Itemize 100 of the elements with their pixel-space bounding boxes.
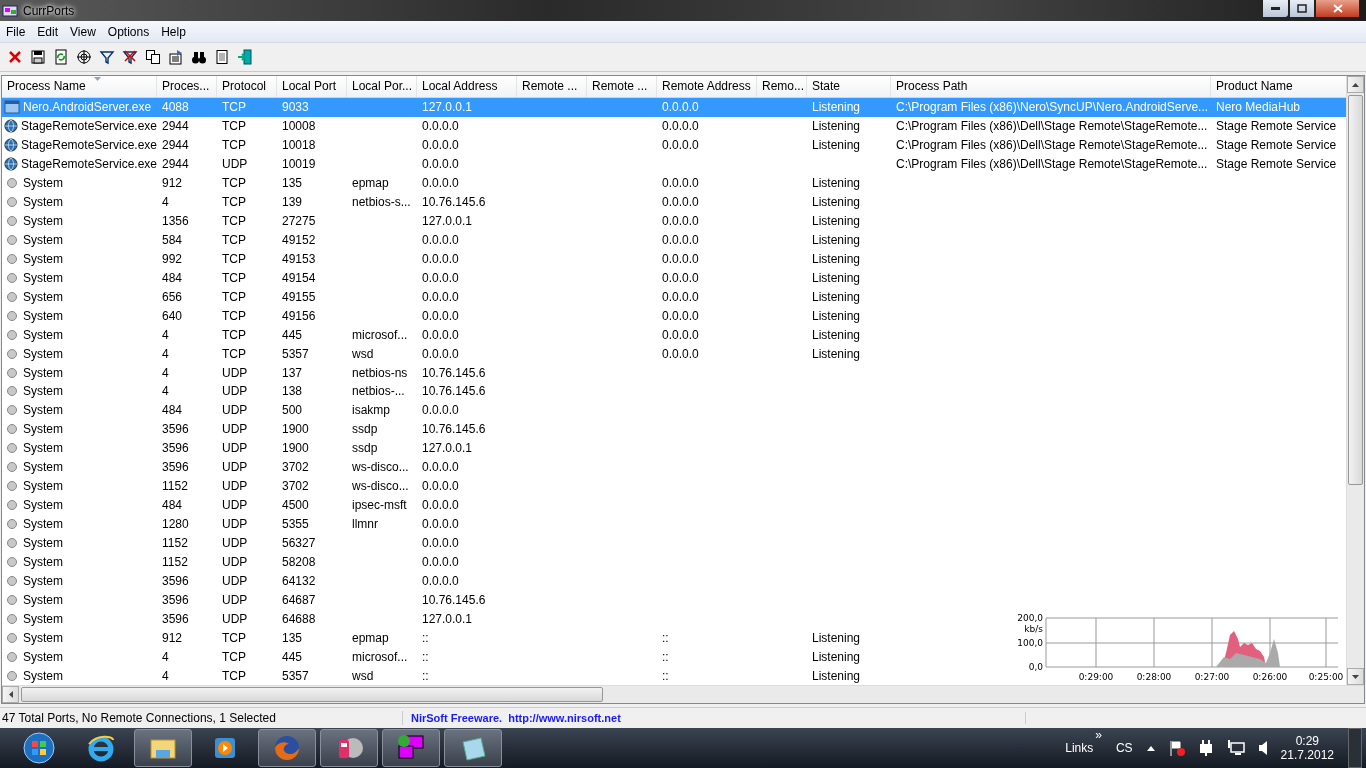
website-link[interactable]: NirSoft Freeware. http://www.nirsoft.net [403,712,1026,724]
table-row[interactable]: System 992 TCP 49153 0.0.0.0 0.0.0.0 Listening [2,249,1346,269]
table-cell: 4 [162,668,169,683]
table-cell: Listening [812,214,861,229]
table-cell: 0.0.0.0 [422,498,459,513]
table-cell: System [23,384,63,399]
table-row[interactable]: System 4 TCP 5357 wsd 0.0.0.0 0.0.0.0 Listening [2,344,1346,364]
menu-item[interactable]: Help [155,24,192,39]
table-cell: 0.0.0.0 [422,535,459,550]
app-icon [2,2,18,19]
table-cell: 3596 [162,611,189,626]
column-header[interactable]: Remote ... [587,76,657,97]
toolbar-label[interactable]: Links [1065,741,1094,755]
table-row[interactable]: System 1152 UDP 58208 0.0.0.0 [2,552,1346,572]
table-cell: Stage Remote Service [1216,157,1337,172]
table-row[interactable]: System 3596 UDP 3702 ws-disco... 0.0.0.0 [2,457,1346,477]
flag-icon[interactable] [1168,740,1185,756]
column-header[interactable]: State [807,76,891,97]
table-cell: wsd [352,346,374,361]
taskbar-button[interactable] [382,729,440,767]
table-cell: 0.0.0.0 [662,214,699,229]
minimize-button[interactable] [1262,0,1289,18]
column-header[interactable]: Protocol [217,76,277,97]
menu-item[interactable]: Options [101,24,156,39]
table-cell: 0.0.0.0 [422,517,459,532]
table-row[interactable]: System 4 TCP 445 microsof... 0.0.0.0 0.0.0.0 Listening [2,325,1346,345]
table-row[interactable]: System 912 TCP 135 epmap 0.0.0.0 0.0.0.0 Listening [2,173,1346,193]
refresh-icon [52,49,69,65]
table-row[interactable]: System 3596 UDP 64687 10.76.145.6 [2,590,1346,610]
horizontal-scrollbar[interactable] [2,685,1364,703]
table-cell: 484 [162,270,183,285]
table-cell: 137 [282,365,303,380]
table-row[interactable]: System 3596 UDP 64132 0.0.0.0 [2,571,1346,591]
table-row[interactable]: System 1152 UDP 3702 ws-disco... 0.0.0.0 [2,476,1346,496]
table-cell: 3702 [282,479,309,494]
table-row[interactable]: System 640 TCP 49156 0.0.0.0 0.0.0.0 Listening [2,306,1346,326]
table-cell: UDP [222,365,248,380]
table-cell: C:\Program Files (x86)\Nero\SyncUP\Nero.AndroidServe... [896,100,1209,115]
status-text: 47 Total Ports, No Remote Connections, 1 Selected [0,711,403,725]
table-row[interactable]: StageRemoteService.exe 2944 TCP 10008 0.0.0.0 0.0.0.0 Listening C:\Program Files (x86)\Dell\Stage Remote\StageRemote... Stage Remote Service [2,116,1346,136]
vertical-scrollbar[interactable] [1346,76,1364,685]
column-header[interactable]: Process Name [2,76,157,97]
column-header[interactable]: Proces... [157,76,217,97]
table-cell: TCP [222,232,246,247]
table-row[interactable]: System 484 UDP 500 isakmp 0.0.0.0 [2,400,1346,420]
table-cell: 5355 [282,517,309,532]
table-row[interactable]: System 484 TCP 49154 0.0.0.0 0.0.0.0 Listening [2,268,1346,288]
maximize-button[interactable] [1289,0,1315,18]
table-cell: :: [662,649,669,664]
table-cell: 1152 [162,554,188,569]
table-cell: UDP [222,498,248,513]
taskbar-button[interactable] [444,729,502,767]
table-row[interactable]: System 584 TCP 49152 0.0.0.0 0.0.0.0 Listening [2,230,1346,250]
column-header[interactable]: Remote ... [517,76,587,97]
table-row[interactable]: StageRemoteService.exe 2944 TCP 10018 0.0.0.0 0.0.0.0 Listening C:\Program Files (x86)\Dell\Stage Remote\StageRemote... Stage Remote Service [2,135,1346,155]
table-row[interactable]: System 4 TCP 139 netbios-s... 10.76.145.6 0.0.0.0 Listening [2,192,1346,212]
menu-item[interactable]: File [0,24,32,39]
speaker-icon[interactable] [1258,741,1267,755]
table-cell: Listening [812,138,861,153]
column-header[interactable]: Local Por... [347,76,417,97]
table-cell: 139 [282,195,303,210]
taskbar-button[interactable] [320,729,378,767]
table-row[interactable]: System 3596 UDP 1900 ssdp 10.76.145.6 [2,419,1346,439]
table-row[interactable]: System 4 UDP 138 netbios-... 10.76.145.6 [2,382,1346,401]
network-icon[interactable] [1226,740,1245,756]
column-header[interactable]: Local Address [417,76,517,97]
table-cell: 0.0.0.0 [662,138,699,153]
clock[interactable]: 0:29 21.7.2012 [1280,734,1334,762]
table-cell: 64688 [282,611,316,626]
table-cell: 49153 [282,251,316,266]
table-row[interactable]: System 1152 UDP 56327 0.0.0.0 [2,533,1346,553]
table-row[interactable]: System 4 UDP 137 netbios-ns 10.76.145.6 [2,363,1346,382]
table-cell: Listening [812,251,861,266]
close-button[interactable] [1315,0,1360,18]
table-cell: System [23,573,63,588]
up-arrow-icon[interactable] [1146,745,1155,751]
language-indicator[interactable]: CS [1115,741,1133,755]
globe-icon [4,118,18,135]
table-cell: TCP [222,649,246,664]
column-header[interactable]: Process Path [891,76,1211,97]
taskbar-button[interactable] [134,729,192,767]
expand-chevron[interactable]: » [1095,728,1102,742]
table-row[interactable]: System 1280 UDP 5355 llmnr 0.0.0.0 [2,514,1346,534]
column-header[interactable]: Remo... [757,76,807,97]
column-header[interactable]: Remote Address [657,76,757,97]
table-row[interactable]: StageRemoteService.exe 2944 UDP 10019 0.0.0.0 C:\Program Files (x86)\Dell\Stage Remote\StageRemote... Stage Remote Service [2,154,1346,174]
exit-icon [236,49,253,65]
table-cell: 5357 [282,668,309,683]
table-row[interactable]: System 1356 TCP 27275 127.0.0.1 0.0.0.0 Listening [2,211,1346,231]
table-cell: UDP [222,479,248,494]
table-cell: llmnr [352,517,378,532]
table-row[interactable]: System 3596 UDP 1900 ssdp 127.0.0.1 [2,438,1346,458]
menu-item[interactable]: View [64,24,102,39]
table-row[interactable]: System 484 UDP 4500 ipsec-msft 0.0.0.0 [2,495,1346,515]
table-row[interactable]: System 656 TCP 49155 0.0.0.0 0.0.0.0 Listening [2,287,1346,307]
menu-item[interactable]: Edit [31,24,65,39]
table-cell: Listening [812,100,861,115]
table-cell: System [23,176,63,191]
power-plug-icon[interactable] [1198,740,1213,756]
column-header[interactable]: Local Port [277,76,347,97]
